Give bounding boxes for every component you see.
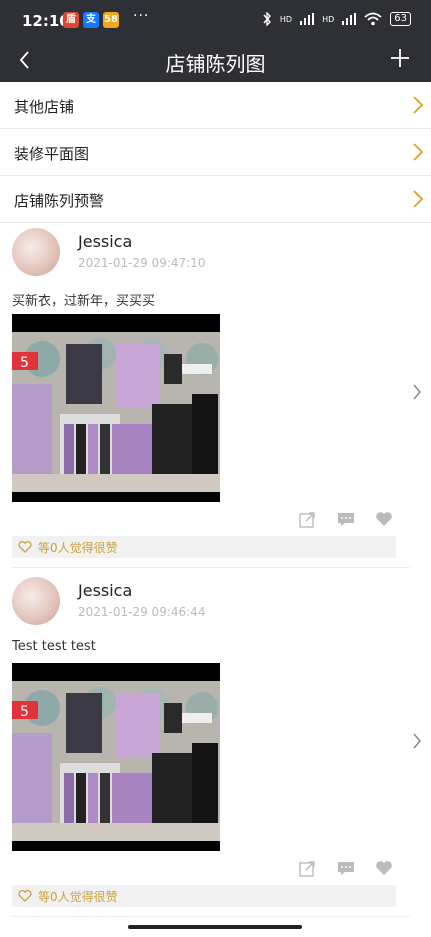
chevron-right-icon bbox=[413, 143, 424, 161]
chevron-right-icon bbox=[413, 96, 424, 114]
wifi-icon bbox=[364, 12, 382, 26]
price-tag-text: 5 bbox=[20, 355, 29, 371]
add-icon[interactable] bbox=[387, 44, 413, 72]
signal-icon bbox=[300, 13, 315, 25]
post-photo[interactable]: 5 bbox=[12, 663, 220, 851]
share-icon[interactable] bbox=[299, 859, 317, 877]
status-bar: 12:10 盾 支 58 ··· HD HD 63 bbox=[0, 0, 431, 44]
post-timestamp: 2021-01-29 09:46:44 bbox=[78, 605, 206, 619]
58-app-icon: 58 bbox=[103, 12, 119, 28]
alipay-app-icon: 支 bbox=[83, 12, 99, 28]
top-bar: 12:10 盾 支 58 ··· HD HD 63 店铺陈列图 bbox=[0, 0, 431, 82]
battery-indicator: 63 bbox=[390, 12, 411, 26]
post-caption: 买新衣，过新年，买买买 bbox=[12, 294, 156, 309]
chevron-right-icon bbox=[413, 190, 424, 208]
post-photo[interactable]: 5 bbox=[12, 314, 220, 502]
menu-row-display-warning[interactable]: 店铺陈列预警 bbox=[0, 176, 431, 223]
post-card: Jessica 2021-01-29 09:47:10 买新衣，过新年，买买买 … bbox=[0, 222, 431, 570]
post-actions bbox=[299, 510, 393, 528]
hd-label: HD bbox=[279, 14, 293, 24]
like-summary: 等0人觉得很赞 bbox=[12, 885, 396, 907]
divider bbox=[12, 567, 410, 568]
store-display-image: 5 bbox=[12, 314, 220, 502]
heart-icon[interactable] bbox=[375, 510, 393, 528]
chevron-right-icon[interactable] bbox=[411, 731, 423, 751]
menu-row-label: 店铺陈列预警 bbox=[14, 192, 105, 210]
post-author: Jessica bbox=[78, 232, 133, 251]
like-summary: 等0人觉得很赞 bbox=[12, 536, 396, 558]
divider bbox=[12, 916, 410, 917]
price-tag-text: 5 bbox=[20, 704, 29, 720]
signal-icon bbox=[342, 13, 357, 25]
share-icon[interactable] bbox=[299, 510, 317, 528]
nav-bar: 店铺陈列图 bbox=[0, 40, 431, 82]
chevron-right-icon[interactable] bbox=[411, 382, 423, 402]
post-timestamp: 2021-01-29 09:47:10 bbox=[78, 256, 206, 270]
avatar[interactable] bbox=[12, 228, 60, 276]
menu-row-label: 其他店铺 bbox=[14, 98, 75, 116]
notification-app-icon: 盾 bbox=[63, 12, 79, 28]
avatar[interactable] bbox=[12, 577, 60, 625]
comment-icon[interactable] bbox=[337, 859, 355, 877]
heart-outline-icon bbox=[18, 890, 32, 902]
store-display-image: 5 bbox=[12, 663, 220, 851]
hd-label: HD bbox=[322, 14, 335, 24]
status-app-icons: 盾 支 58 bbox=[63, 12, 119, 28]
comment-icon[interactable] bbox=[337, 510, 355, 528]
heart-icon[interactable] bbox=[375, 859, 393, 877]
status-more-dots: ··· bbox=[133, 8, 150, 24]
heart-outline-icon bbox=[18, 541, 32, 553]
like-count-text: 等0人觉得很赞 bbox=[38, 890, 118, 904]
post-caption: Test test test bbox=[12, 639, 96, 654]
page-title: 店铺陈列图 bbox=[165, 52, 266, 76]
menu-row-floor-plan[interactable]: 装修平面图 bbox=[0, 129, 431, 176]
home-indicator[interactable] bbox=[128, 925, 302, 929]
bluetooth-icon bbox=[263, 12, 271, 26]
post-card: Jessica 2021-01-29 09:46:44 Test test te… bbox=[0, 571, 431, 919]
post-author: Jessica bbox=[78, 581, 133, 600]
like-count-text: 等0人觉得很赞 bbox=[38, 541, 118, 555]
menu-row-other-stores[interactable]: 其他店铺 bbox=[0, 82, 431, 129]
status-right-icons: HD HD 63 bbox=[262, 12, 411, 26]
post-actions bbox=[299, 859, 393, 877]
menu-row-label: 装修平面图 bbox=[14, 145, 90, 163]
